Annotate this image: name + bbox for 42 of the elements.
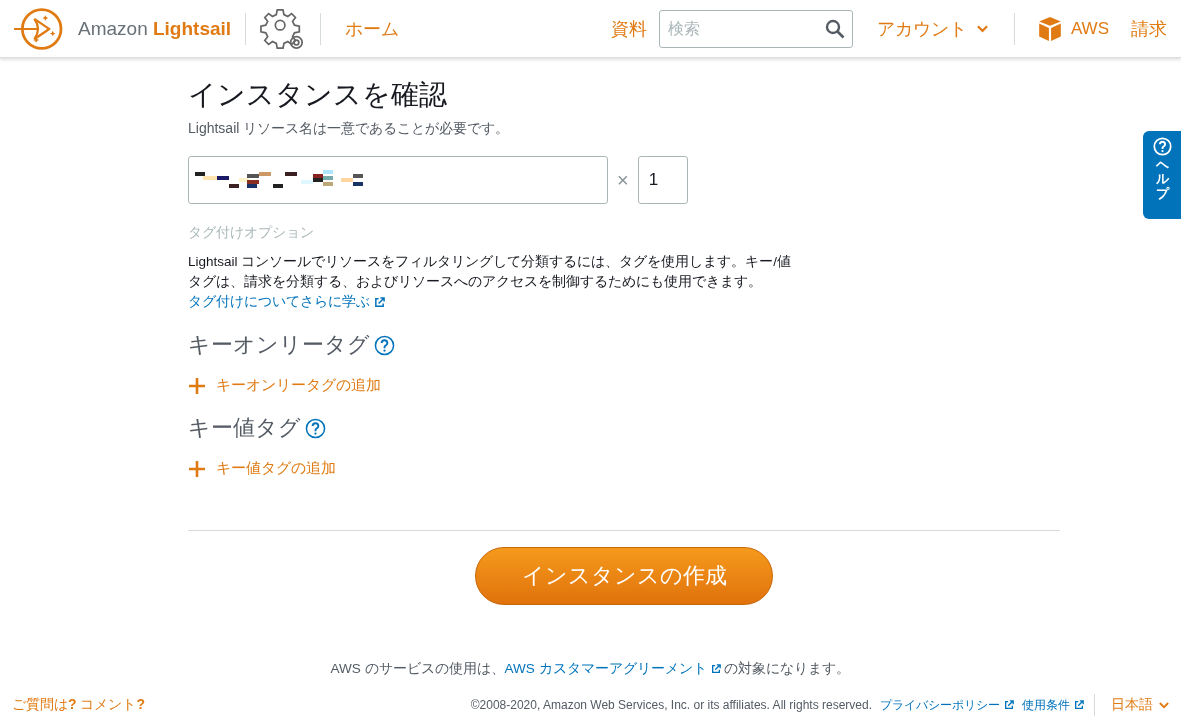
tagging-heading: タグ付けオプション [188, 224, 314, 242]
docs-link[interactable]: 資料 [610, 16, 647, 41]
agreement-notice: AWS のサービスの使用は、AWS カスタマーアグリーメント の対象になります。 [329, 660, 852, 678]
billing-link[interactable]: 請求 [1131, 16, 1167, 41]
chevron-down-icon [976, 24, 988, 33]
multiply-sign: × [617, 168, 629, 192]
plus-icon [188, 459, 206, 478]
copyright: ©2008-2020, Amazon Web Services, Inc. or its affiliates. All rights reserved. [470, 698, 872, 712]
search-icon[interactable] [824, 18, 845, 39]
page-title: インスタンスを確認 [188, 78, 447, 112]
add-tag-link[interactable]: キーオンリータグの追加 [188, 376, 395, 395]
agreement-link[interactable]: AWS カスタマーアグリーメント [504, 660, 721, 678]
terms-link[interactable]: 使用条件 [1022, 696, 1084, 714]
external-link-icon [1004, 700, 1014, 710]
search-field[interactable]: 検索 [658, 9, 853, 48]
tagging-description: Lightsail コンソールでリソースをフィルタリングして分類するには、タグを使用します。キー/値タグは、請求を分類する、およびリソースへのアクセスを制御するためにも使用できます。 [188, 253, 793, 291]
account-menu[interactable]: アカウント [876, 16, 988, 41]
privacy-link[interactable]: プライバシーポリシー [880, 696, 1014, 714]
external-link-icon [710, 664, 721, 674]
logo-icon[interactable] [12, 5, 64, 52]
external-link-icon [1074, 700, 1084, 710]
plus-icon [188, 376, 206, 395]
feedback-link[interactable]: ご質問は? コメント? [12, 696, 145, 714]
count-field[interactable]: 1 [637, 156, 688, 204]
chevron-down-icon [1159, 701, 1169, 709]
learn-more-link[interactable]: タグ付けについてさらに学ぶ [188, 292, 385, 312]
section-title: キーオンリータグ [188, 331, 370, 359]
help-icon[interactable] [305, 417, 326, 439]
aws-link[interactable]: AWS [1036, 15, 1109, 42]
cube-icon [1036, 15, 1063, 42]
subtitle: Lightsail リソース名は一意であることが必要です。 [188, 120, 510, 138]
language-selector[interactable]: 日本語 [1111, 696, 1169, 714]
home-link[interactable]: ホーム [345, 16, 400, 41]
help-icon[interactable] [374, 334, 395, 356]
brand-name[interactable]: Amazon Lightsail [78, 17, 232, 40]
add-tag-link[interactable]: キー値タグの追加 [188, 459, 336, 478]
help-tab[interactable]: ヘルプ [1143, 131, 1181, 219]
help-icon [1152, 137, 1172, 156]
section-title: キー値タグ [188, 414, 301, 442]
external-link-icon [374, 296, 385, 308]
instance-name-field[interactable] [188, 156, 608, 204]
create-instance-button[interactable]: インスタンスの作成 [475, 547, 773, 605]
